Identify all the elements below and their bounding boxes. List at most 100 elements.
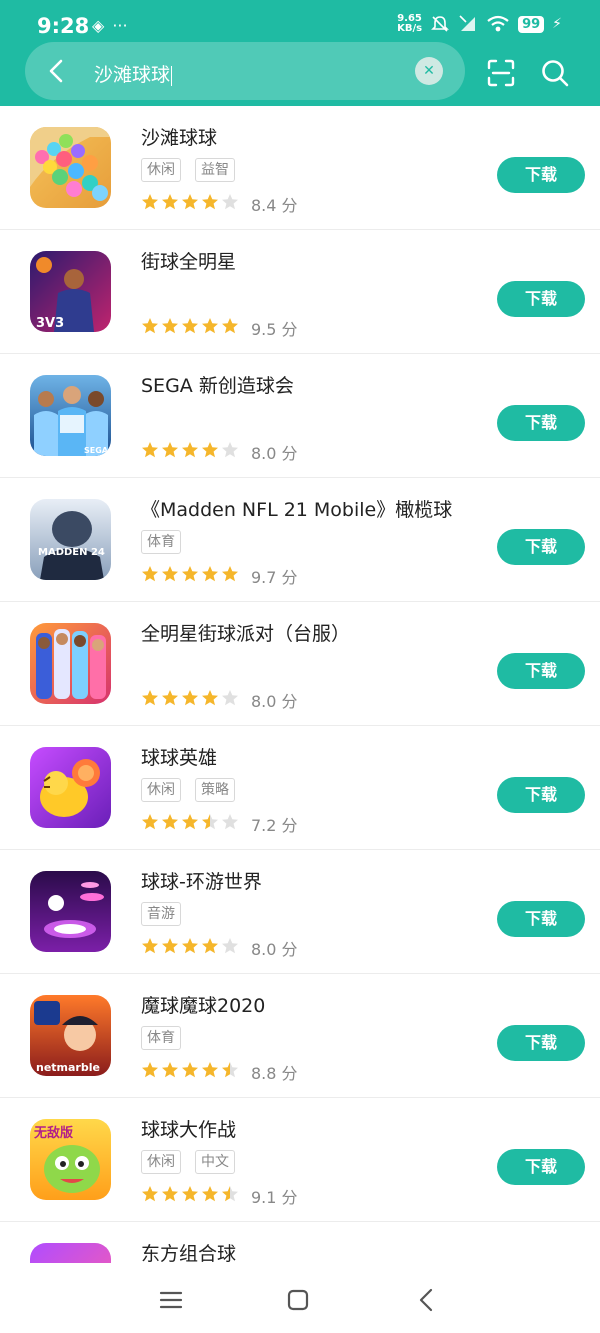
star-icon (142, 566, 158, 582)
download-button[interactable]: 下载 (497, 1149, 585, 1185)
download-button[interactable]: 下载 (497, 901, 585, 937)
star-icon (142, 318, 158, 334)
star-icon (182, 566, 198, 582)
battery-indicator: 99 (518, 15, 545, 33)
system-nav-bar (0, 1263, 600, 1333)
tag: 益智 (195, 158, 235, 182)
list-item[interactable]: 无敌版 球球大作战 休闲 中文 9.1 分 下载 (0, 1098, 600, 1222)
star-icon (162, 1186, 178, 1202)
app-icon[interactable]: SEGA (30, 375, 111, 456)
star-icon (142, 1062, 158, 1078)
star-icon (202, 442, 218, 458)
list-item[interactable]: 3V3 街球全明星 9.5 分 下载 (0, 230, 600, 354)
tag-list: 体育 (141, 530, 181, 554)
rating: 9.7 分 (141, 564, 298, 588)
mute-bell-icon (431, 16, 449, 32)
app-icon[interactable]: netmarble (30, 995, 111, 1076)
star-icon (162, 814, 178, 830)
app-icon[interactable] (30, 1243, 111, 1263)
app-icon[interactable] (30, 127, 111, 208)
star-icon (142, 814, 158, 830)
app-icon[interactable] (30, 623, 111, 704)
app-title: 魔球魔球2020 (141, 995, 266, 1017)
app-title: 沙滩球球 (141, 127, 218, 149)
app-title: 东方组合球 (141, 1243, 237, 1263)
star-icon (182, 194, 198, 210)
svg-text:MADDEN 24: MADDEN 24 (38, 547, 105, 558)
star-icon (202, 1186, 218, 1202)
app-icon[interactable]: 3V3 (30, 251, 111, 332)
rating: 8.0 分 (141, 688, 298, 712)
app-icon[interactable]: 无敌版 (30, 1119, 111, 1200)
star-icon (222, 1062, 238, 1078)
score: 8.4 分 (251, 196, 298, 215)
score: 8.8 分 (251, 1064, 298, 1083)
app-icon[interactable] (30, 871, 111, 952)
search-icon[interactable] (540, 58, 570, 88)
score: 7.2 分 (251, 816, 298, 835)
score: 8.0 分 (251, 444, 298, 463)
score: 9.7 分 (251, 568, 298, 587)
download-button[interactable]: 下载 (497, 777, 585, 813)
download-button[interactable]: 下载 (497, 405, 585, 441)
download-button[interactable]: 下载 (497, 157, 585, 193)
list-item[interactable]: 球球英雄 休闲 策略 7.2 分 下载 (0, 726, 600, 850)
back-icon[interactable] (412, 1285, 442, 1315)
download-button[interactable]: 下载 (497, 281, 585, 317)
star-icon (182, 442, 198, 458)
star-icon (222, 690, 238, 706)
close-icon[interactable]: ✕ (415, 57, 443, 85)
charging-icon: ⚡ (552, 16, 562, 32)
app-title: 全明星街球派对（台服） (141, 623, 351, 645)
tag-list: 音游 (141, 902, 181, 926)
menu-icon[interactable] (156, 1285, 186, 1315)
star-icon (202, 194, 218, 210)
tag-list: 休闲 中文 (141, 1150, 235, 1174)
app-list: 沙滩球球 休闲 益智 8.4 分 下载 3V3 街球全明星 9.5 分 下载 S… (0, 106, 600, 1263)
app-icon[interactable] (30, 747, 111, 828)
tag: 音游 (141, 902, 181, 926)
star-icon (222, 194, 238, 210)
list-item[interactable]: 全明星街球派对（台服） 8.0 分 下载 (0, 602, 600, 726)
svg-text:3V3: 3V3 (36, 316, 64, 331)
score: 8.0 分 (251, 940, 298, 959)
list-item[interactable]: 球球-环游世界 音游 8.0 分 下载 (0, 850, 600, 974)
list-item[interactable]: MADDEN 24 《Madden NFL 21 Mobile》橄榄球 体育 9… (0, 478, 600, 602)
download-button[interactable]: 下载 (497, 653, 585, 689)
star-icon (202, 566, 218, 582)
star-icon (222, 318, 238, 334)
star-icon (182, 318, 198, 334)
no-signal-icon (459, 15, 476, 31)
list-item[interactable]: netmarble 魔球魔球2020 体育 8.8 分 下载 (0, 974, 600, 1098)
search-input[interactable]: 沙滩球球 (94, 60, 173, 87)
home-icon[interactable] (283, 1285, 313, 1315)
download-button[interactable]: 下载 (497, 1025, 585, 1061)
rating: 7.2 分 (141, 812, 298, 836)
rating: 8.0 分 (141, 936, 298, 960)
star-icon (142, 938, 158, 954)
star-icon (162, 690, 178, 706)
app-title: 球球英雄 (141, 747, 218, 769)
list-item[interactable]: SEGA SEGA 新创造球会 8.0 分 下载 (0, 354, 600, 478)
star-icon (222, 1186, 238, 1202)
star-icon (142, 1186, 158, 1202)
download-button[interactable]: 下载 (497, 529, 585, 565)
svg-text:无敌版: 无敌版 (33, 1125, 73, 1141)
star-icon (142, 442, 158, 458)
star-icon (182, 938, 198, 954)
scan-icon[interactable] (486, 58, 516, 88)
star-icon (182, 814, 198, 830)
rating: 9.1 分 (141, 1184, 298, 1208)
star-icon (142, 690, 158, 706)
tag-list: 休闲 策略 (141, 778, 235, 802)
search-field[interactable] (25, 42, 465, 100)
star-icon (202, 814, 218, 830)
star-icon (202, 690, 218, 706)
list-item[interactable]: 沙滩球球 休闲 益智 8.4 分 下载 (0, 106, 600, 230)
list-item[interactable]: 东方组合球 (0, 1222, 600, 1263)
star-icon (162, 1062, 178, 1078)
network-speed: 9.65 KB/s (397, 13, 423, 34)
app-icon[interactable]: MADDEN 24 (30, 499, 111, 580)
rating: 8.4 分 (141, 192, 298, 216)
chevron-left-icon[interactable] (42, 56, 72, 86)
